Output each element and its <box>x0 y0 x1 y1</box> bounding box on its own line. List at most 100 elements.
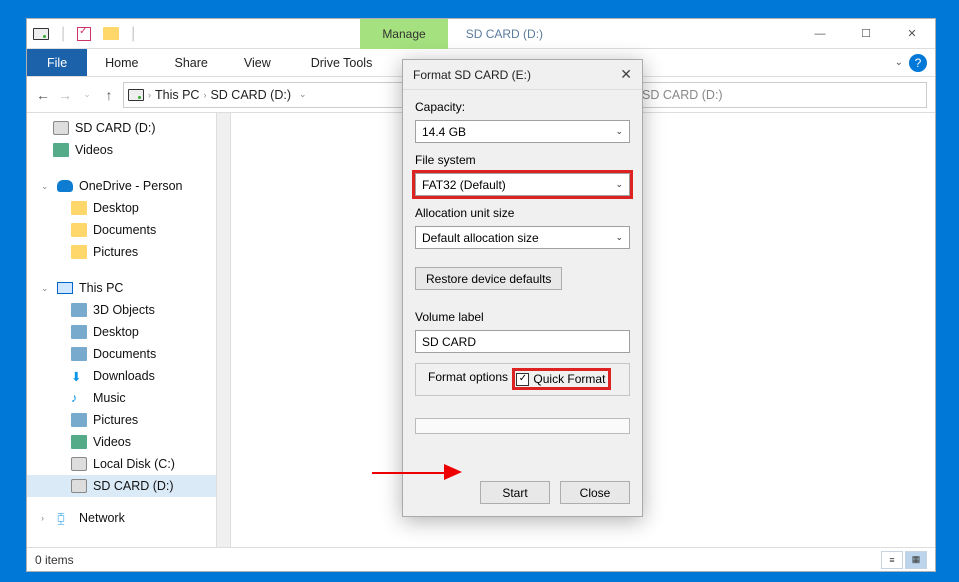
drive-icon <box>71 479 87 493</box>
allocation-select[interactable]: Default allocation size ⌄ <box>415 226 630 249</box>
restore-defaults-button[interactable]: Restore device defaults <box>415 267 562 290</box>
sidebar-item-label: Local Disk (C:) <box>93 457 175 471</box>
sidebar-item-label: SD CARD (D:) <box>93 479 174 493</box>
view-mode-switch: ≡ ▦ <box>881 551 927 569</box>
sidebar-item-label: Videos <box>93 435 131 449</box>
volume-label-input[interactable]: SD CARD <box>415 330 630 353</box>
capacity-value: 14.4 GB <box>422 125 466 139</box>
sidebar-item-label: Desktop <box>93 325 139 339</box>
folder-icon <box>71 223 87 237</box>
chevron-down-icon: ⌄ <box>615 232 623 243</box>
icons-view-button[interactable]: ▦ <box>905 551 927 569</box>
folder-icon <box>71 245 87 259</box>
recent-locations-icon[interactable]: ⌄ <box>79 89 95 100</box>
ribbon-context-tab[interactable]: Manage <box>360 19 447 49</box>
sidebar-item-label: Videos <box>75 143 113 157</box>
separator: | <box>131 25 135 43</box>
sidebar-item-videos2[interactable]: Videos <box>27 431 216 453</box>
allocation-value: Default allocation size <box>422 231 539 245</box>
close-button[interactable]: ✕ <box>889 19 935 49</box>
ribbon-collapse-icon[interactable]: ⌄ <box>895 57 903 68</box>
tab-view[interactable]: View <box>226 49 289 76</box>
sidebar-item-3dobjects[interactable]: 3D Objects <box>27 299 216 321</box>
dialog-close-button[interactable]: ✕ <box>620 66 632 83</box>
forward-button[interactable]: → <box>57 87 73 103</box>
drive-icon <box>53 121 69 135</box>
tab-drive-tools[interactable]: Drive Tools <box>293 49 391 76</box>
chevron-right-icon: › <box>203 90 206 100</box>
up-button[interactable]: ↑ <box>101 87 117 103</box>
new-folder-icon[interactable] <box>103 27 119 40</box>
downloads-icon: ⬇ <box>71 369 87 383</box>
filesystem-value: FAT32 (Default) <box>422 178 506 192</box>
chevron-down-icon: ⌄ <box>615 126 623 137</box>
start-button[interactable]: Start <box>480 481 550 504</box>
dialog-body: Capacity: 14.4 GB⌄ File system FAT32 (De… <box>403 90 642 440</box>
sidebar-item-network[interactable]: ›⧮Network <box>27 507 216 529</box>
sidebar-item-desktop[interactable]: Desktop <box>27 197 216 219</box>
sidebar-item-thispc[interactable]: ⌄ This PC <box>27 277 216 299</box>
details-view-button[interactable]: ≡ <box>881 551 903 569</box>
breadcrumb[interactable]: SD CARD (D:) <box>210 88 291 102</box>
quick-format-checkbox[interactable]: ✓ <box>516 373 529 386</box>
capacity-select[interactable]: 14.4 GB ⌄ <box>415 120 630 143</box>
tab-home[interactable]: Home <box>87 49 156 76</box>
sidebar-item-videos[interactable]: Videos <box>27 139 216 161</box>
sidebar-item-label: This PC <box>79 281 123 295</box>
chevron-down-icon[interactable]: ⌄ <box>41 283 51 294</box>
quick-format-highlight: ✓ Quick Format <box>515 371 608 387</box>
breadcrumb[interactable]: This PC <box>155 88 199 102</box>
sidebar-item-documents2[interactable]: Documents <box>27 343 216 365</box>
maximize-button[interactable]: ☐ <box>843 19 889 49</box>
sidebar-item-label: Desktop <box>93 201 139 215</box>
sidebar-item-downloads[interactable]: ⬇ Downloads <box>27 365 216 387</box>
tab-share[interactable]: Share <box>157 49 226 76</box>
sidebar-item-label: OneDrive - Person <box>79 179 183 193</box>
format-progress <box>415 418 630 434</box>
quick-access-toolbar: | | <box>27 25 135 43</box>
window-title: SD CARD (D:) <box>466 27 543 41</box>
sidebar-item-label: Documents <box>93 223 156 237</box>
folder-icon <box>71 325 87 339</box>
sidebar-item-desktop2[interactable]: Desktop <box>27 321 216 343</box>
sidebar-item-label: Pictures <box>93 245 138 259</box>
filesystem-label: File system <box>415 153 630 167</box>
minimize-button[interactable]: — <box>797 19 843 49</box>
format-options-group: Format options ✓ Quick Format <box>415 363 630 396</box>
dialog-title-text: Format SD CARD (E:) <box>413 68 531 82</box>
sidebar-item-documents[interactable]: Documents <box>27 219 216 241</box>
sidebar-item-music[interactable]: ♪ Music <box>27 387 216 409</box>
sidebar-item-label: Pictures <box>93 413 138 427</box>
filesystem-select[interactable]: FAT32 (Default)⌄ <box>415 173 630 196</box>
music-icon: ♪ <box>71 391 87 405</box>
videos-icon <box>53 143 69 157</box>
sidebar-item-sdcard[interactable]: SD CARD (D:) <box>27 117 216 139</box>
sidebar-item-label: Documents <box>93 347 156 361</box>
sidebar-item-localdisk[interactable]: Local Disk (C:) <box>27 453 216 475</box>
titlebar: | | Manage SD CARD (D:) — ☐ ✕ <box>27 19 935 49</box>
back-button[interactable]: ← <box>35 87 51 103</box>
sidebar-item-pictures2[interactable]: Pictures <box>27 409 216 431</box>
chevron-right-icon: › <box>148 90 151 100</box>
chevron-down-icon[interactable]: ⌄ <box>41 181 51 192</box>
window-controls: — ☐ ✕ <box>797 19 935 49</box>
close-button[interactable]: Close <box>560 481 630 504</box>
scrollbar[interactable] <box>217 113 231 547</box>
help-icon[interactable]: ? <box>909 54 927 72</box>
chevron-right-icon[interactable]: › <box>41 513 51 523</box>
sidebar-item-onedrive[interactable]: ⌄ OneDrive - Person <box>27 175 216 197</box>
sidebar-item-pictures[interactable]: Pictures <box>27 241 216 263</box>
volume-label-value: SD CARD <box>422 335 476 349</box>
address-dropdown-icon[interactable]: ⌄ <box>299 89 307 100</box>
format-options-legend: Format options <box>424 370 512 384</box>
sidebar-item-label: Music <box>93 391 126 405</box>
folder-icon <box>71 201 87 215</box>
sidebar-item-label: Downloads <box>93 369 155 383</box>
properties-icon[interactable] <box>77 27 91 41</box>
tab-file[interactable]: File <box>27 49 87 76</box>
sidebar-item-label: SD CARD (D:) <box>75 121 156 135</box>
quick-format-label: Quick Format <box>533 372 605 386</box>
sidebar-item-sdcard2[interactable]: SD CARD (D:) <box>27 475 216 497</box>
annotation-arrow <box>372 458 470 488</box>
folder-icon <box>71 347 87 361</box>
